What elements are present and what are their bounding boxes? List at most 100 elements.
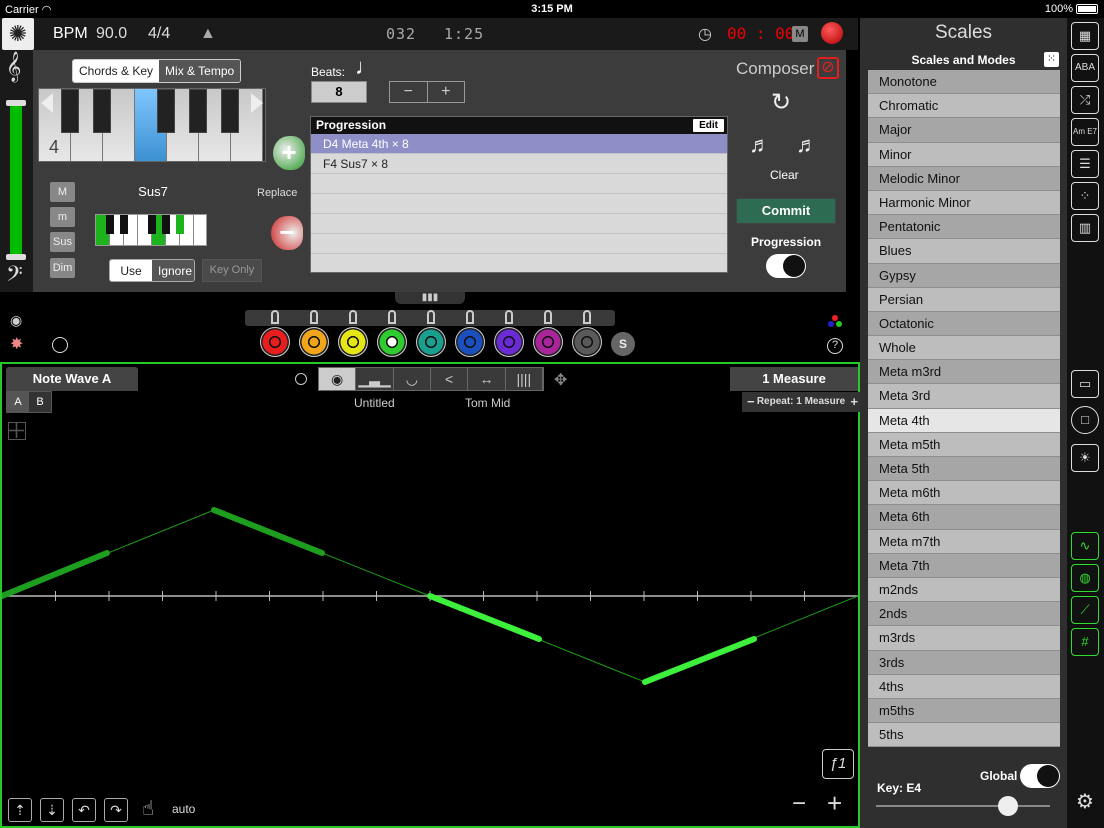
tab-mix-tempo[interactable]: Mix & Tempo [159,60,241,82]
tab-chords-key[interactable]: Chords & Key [73,60,160,82]
add-chord-button[interactable]: + [273,136,305,170]
color-ring-button[interactable] [338,327,368,357]
black-key[interactable] [61,89,79,133]
scale-list-item[interactable]: Monotone [868,70,1060,95]
octave-keyboard[interactable]: 4 [38,88,266,162]
table-icon[interactable]: ☰ [1071,150,1099,178]
cylinder-icon[interactable]: ◍ [1071,564,1099,592]
color-ring-button[interactable] [416,327,446,357]
auto-label[interactable]: auto [172,802,195,816]
color-ring-button[interactable] [260,327,290,357]
scale-list-item[interactable]: m2nds [868,577,1060,603]
commit-button[interactable]: Commit [736,198,836,224]
bar-chart-icon[interactable]: ▥ [1071,214,1099,242]
metronome-icon[interactable]: ▲ [200,25,216,43]
visibility-eye-icon[interactable]: ◉ [10,312,22,329]
scale-list-item[interactable]: Harmonic Minor [868,190,1060,216]
wave-mode-icon[interactable]: ∿ [1071,532,1099,560]
folder-icon[interactable]: ▭ [1071,370,1099,398]
chord-chart-icon[interactable]: Am E7 [1071,118,1099,146]
scale-list-item[interactable]: Blues [868,239,1060,264]
record-button[interactable] [821,22,843,44]
black-key[interactable] [157,89,175,133]
color-ring-button[interactable] [299,327,329,357]
shift-up-icon[interactable]: ⇡ [8,798,32,822]
scale-list-item[interactable]: Meta 3rd [868,384,1060,409]
volume-slider-top-handle[interactable] [6,100,26,106]
app-logo-icon[interactable]: ✺ [2,18,34,50]
circles-icon[interactable]: ⁘ [1071,182,1099,210]
composer-close-icon[interactable]: ⊘ [817,57,839,79]
scale-list-item[interactable]: 3rds [868,650,1060,675]
color-ring-button[interactable] [494,327,524,357]
panel-drag-handle-icon[interactable]: ▮▮▮ [395,292,465,304]
scale-list-item[interactable]: Meta m7th [868,529,1060,554]
shift-down-icon[interactable]: ⇣ [40,798,64,822]
scale-list-item[interactable]: 4ths [868,674,1060,699]
scale-list-item[interactable]: Meta m3rd [868,360,1060,385]
stairs-icon[interactable]: ⟋ [1071,596,1099,624]
chord-sus-button[interactable]: Sus [50,232,75,252]
scale-list-item[interactable]: Meta 6th [868,505,1060,530]
color-ring-button[interactable] [377,327,407,357]
beats-value[interactable]: 8 [311,81,367,103]
chord-major-button[interactable]: M [50,182,75,202]
scale-list-item[interactable]: Gypsy [868,263,1060,288]
black-key[interactable] [221,89,239,133]
refresh-icon[interactable]: ↻ [771,88,791,117]
scale-list-item[interactable]: 2nds [868,602,1060,627]
solo-button[interactable]: S [611,332,635,356]
scale-list-item[interactable]: m3rds [868,626,1060,651]
scale-list[interactable]: Monotone Chromatic Major Minor Melodic Minor… [868,70,1060,758]
aba-pattern-icon[interactable]: ABA [1071,54,1099,82]
wave-note-segment-active[interactable] [642,636,757,685]
progression-row[interactable]: D4 Meta 4th × 8 [311,134,727,154]
rotate-left-icon[interactable]: ↶ [72,798,96,822]
dice-icon[interactable]: ⁙ [1044,52,1059,67]
progression-edit-button[interactable]: Edit [693,119,724,132]
scale-list-item[interactable]: Minor [868,142,1060,167]
scale-list-item[interactable]: Meta m5th [868,432,1060,457]
hash-grid-icon[interactable]: # [1071,628,1099,656]
beats-decrement-button[interactable]: − [390,82,428,102]
scale-list-item[interactable]: Meta 7th [868,553,1060,578]
key-only-button[interactable]: Key Only [202,259,262,282]
checker-grid-icon[interactable]: ▦ [1071,22,1099,50]
wave-note-segment[interactable] [2,550,110,599]
volume-slider-bottom-handle[interactable] [6,254,26,260]
rotate-right-icon[interactable]: ↷ [104,798,128,822]
octave-up-arrow-icon[interactable] [251,93,263,113]
bpm-value[interactable]: 90.0 [96,25,127,43]
time-signature[interactable]: 4/4 [148,25,170,43]
scale-list-item[interactable]: 5ths [868,723,1060,748]
stop-icon[interactable]: □ [1071,406,1099,434]
midi-badge[interactable]: M [792,26,808,42]
color-ring-button[interactable] [455,327,485,357]
ignore-button[interactable]: Ignore [152,260,194,281]
circle-toggle[interactable] [52,337,68,353]
progression-row[interactable]: F4 Sus7 × 8 [311,154,727,174]
scale-list-item[interactable]: Octatonic [868,311,1060,337]
zoom-out-button[interactable]: − [792,790,806,818]
key-slider-thumb[interactable] [998,796,1018,816]
black-key[interactable] [189,89,207,133]
wave-note-segment[interactable] [211,507,325,556]
remove-chord-button[interactable]: − [271,216,303,250]
shuffle-icon[interactable]: ⤮ [1071,86,1099,114]
scale-list-item[interactable]: Meta 4th [868,408,1060,433]
volume-slider[interactable] [10,102,22,260]
scale-list-item[interactable]: Meta m6th [868,481,1060,506]
scale-list-item[interactable]: Pentatonic [868,215,1060,240]
global-toggle[interactable] [1020,764,1060,788]
color-picker-icon[interactable] [828,314,842,328]
scale-list-item[interactable]: Melodic Minor [868,166,1060,191]
color-ring-button[interactable] [533,327,563,357]
help-icon[interactable]: ? [827,338,843,354]
scale-list-item[interactable]: m5ths [868,698,1060,724]
note-wave-area[interactable]: Note Wave A A B ◉ ▁▃▁ ◡ < ↔ |||| ✥ Untit… [0,362,860,828]
clock-icon[interactable]: ◷ [698,24,712,44]
chord-dim-button[interactable]: Dim [50,258,75,278]
sparkle-icon[interactable]: ✸ [10,334,23,354]
chord-minor-button[interactable]: m [50,207,75,227]
auto-hand-icon[interactable]: ☝ [142,796,154,821]
